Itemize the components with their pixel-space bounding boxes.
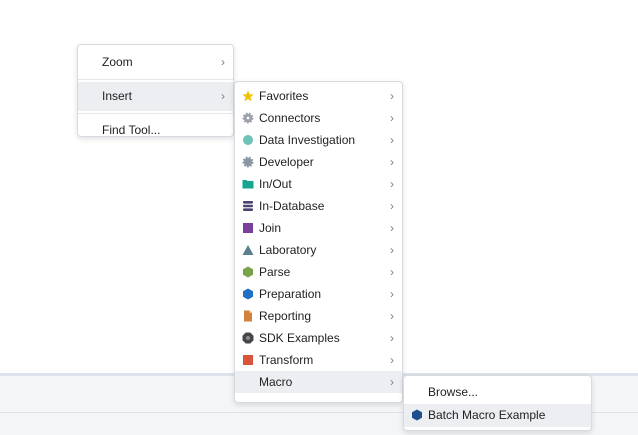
menu-item-insert[interactable]: Insert › xyxy=(78,82,233,111)
submenu-item-label: Macro xyxy=(259,375,293,389)
triangle-icon xyxy=(242,244,254,256)
hexagon-icon xyxy=(242,266,254,278)
menu-item-find-tool[interactable]: Find Tool... xyxy=(78,116,233,145)
submenu-item-laboratory[interactable]: Laboratory › xyxy=(235,239,402,261)
menu-item-label: Zoom xyxy=(102,55,133,69)
chevron-right-icon: › xyxy=(390,177,394,191)
submenu-item-label: Preparation xyxy=(259,287,322,301)
submenu-item-label: Join xyxy=(259,221,282,235)
submenu-item-label: Parse xyxy=(259,265,291,279)
square-icon xyxy=(242,222,254,234)
menu-separator xyxy=(78,113,233,114)
chevron-right-icon: › xyxy=(390,89,394,103)
database-icon xyxy=(242,200,254,212)
submenu-item-reporting[interactable]: Reporting › xyxy=(235,305,402,327)
menu-item-label: Insert xyxy=(102,89,133,103)
octagon-icon xyxy=(242,332,254,344)
submenu-item-join[interactable]: Join › xyxy=(235,217,402,239)
hexagon-icon xyxy=(242,288,254,300)
menu-separator xyxy=(78,79,233,80)
square-icon xyxy=(242,354,254,366)
submenu-item-label: Developer xyxy=(259,155,314,169)
chevron-right-icon: › xyxy=(390,155,394,169)
submenu-item-label: Transform xyxy=(259,353,314,367)
submenu-item-parse[interactable]: Parse › xyxy=(235,261,402,283)
submenu-item-label: Data Investigation xyxy=(259,133,356,147)
chevron-right-icon: › xyxy=(390,375,394,389)
chevron-right-icon: › xyxy=(390,133,394,147)
submenu-item-sdk-examples[interactable]: SDK Examples › xyxy=(235,327,402,349)
submenu-item-label: In/Out xyxy=(259,177,292,191)
chevron-right-icon: › xyxy=(390,265,394,279)
submenu-item-favorites[interactable]: Favorites › xyxy=(235,85,402,107)
canvas: Zoom › Insert › Find Tool... Favorites ›… xyxy=(0,0,638,435)
submenu-item-in-out[interactable]: In/Out › xyxy=(235,173,402,195)
menu-item-zoom[interactable]: Zoom › xyxy=(78,48,233,77)
chevron-right-icon: › xyxy=(390,331,394,345)
chevron-right-icon: › xyxy=(390,199,394,213)
circle-icon xyxy=(242,134,254,146)
gear-icon xyxy=(242,112,254,124)
macro-item-browse[interactable]: Browse... xyxy=(404,381,591,404)
submenu-item-in-database[interactable]: In-Database › xyxy=(235,195,402,217)
submenu-item-label: Reporting xyxy=(259,309,312,323)
submenu-item-label: In-Database xyxy=(259,199,325,213)
submenu-item-developer[interactable]: Developer › xyxy=(235,151,402,173)
submenu-item-connectors[interactable]: Connectors › xyxy=(235,107,402,129)
folder-icon xyxy=(242,178,254,190)
macro-submenu: Browse... Batch Macro Example xyxy=(403,375,592,431)
insert-submenu: Favorites › Connectors › Data Investigat… xyxy=(234,81,403,403)
gear-icon xyxy=(242,156,254,168)
star-icon xyxy=(242,90,254,102)
submenu-item-data-investigation[interactable]: Data Investigation › xyxy=(235,129,402,151)
chevron-right-icon: › xyxy=(390,221,394,235)
menu-item-label: Find Tool... xyxy=(102,123,161,137)
submenu-item-label: Connectors xyxy=(259,111,321,125)
macro-item-label: Batch Macro Example xyxy=(428,408,546,422)
chevron-right-icon: › xyxy=(390,353,394,367)
submenu-item-preparation[interactable]: Preparation › xyxy=(235,283,402,305)
submenu-item-macro[interactable]: Macro › xyxy=(235,371,402,393)
chevron-right-icon: › xyxy=(221,89,225,103)
chevron-right-icon: › xyxy=(390,287,394,301)
macro-item-batch-macro-example[interactable]: Batch Macro Example xyxy=(404,404,591,427)
chevron-right-icon: › xyxy=(390,243,394,257)
context-menu: Zoom › Insert › Find Tool... xyxy=(77,44,234,137)
chevron-right-icon: › xyxy=(390,111,394,125)
macro-item-label: Browse... xyxy=(428,385,479,399)
submenu-item-transform[interactable]: Transform › xyxy=(235,349,402,371)
document-icon xyxy=(242,310,254,322)
submenu-item-label: Laboratory xyxy=(259,243,317,257)
chevron-right-icon: › xyxy=(390,309,394,323)
hexagon-icon xyxy=(411,409,423,421)
submenu-item-label: Favorites xyxy=(259,89,309,103)
submenu-item-label: SDK Examples xyxy=(259,331,340,345)
chevron-right-icon: › xyxy=(221,55,225,69)
